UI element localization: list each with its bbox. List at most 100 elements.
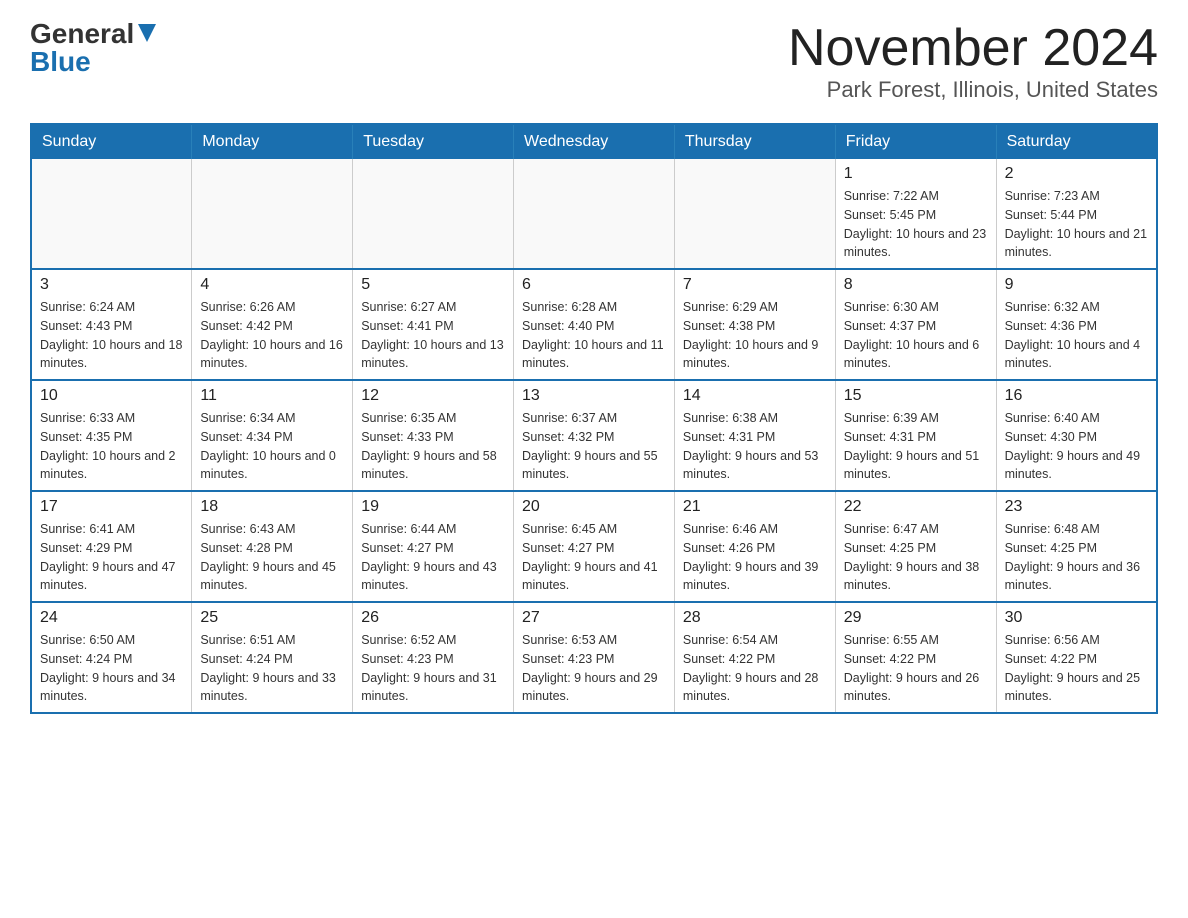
calendar-week-4: 17 Sunrise: 6:41 AM Sunset: 4:29 PM Dayli…	[31, 491, 1157, 602]
day-number: 14	[683, 387, 827, 405]
day-number: 28	[683, 609, 827, 627]
calendar-cell: 27 Sunrise: 6:53 AM Sunset: 4:23 PM Dayli…	[514, 602, 675, 713]
day-number: 12	[361, 387, 505, 405]
day-info: Sunrise: 6:27 AM Sunset: 4:41 PM Dayligh…	[361, 298, 505, 373]
day-number: 25	[200, 609, 344, 627]
calendar-cell: 12 Sunrise: 6:35 AM Sunset: 4:33 PM Dayli…	[353, 380, 514, 491]
day-info: Sunrise: 6:46 AM Sunset: 4:26 PM Dayligh…	[683, 520, 827, 595]
day-info: Sunrise: 6:29 AM Sunset: 4:38 PM Dayligh…	[683, 298, 827, 373]
calendar-cell	[514, 159, 675, 269]
calendar-week-3: 10Sunrise: 6:33 AM Sunset: 4:35 PM Dayli…	[31, 380, 1157, 491]
day-number: 7	[683, 276, 827, 294]
day-number: 2	[1005, 165, 1148, 183]
day-number: 13	[522, 387, 666, 405]
day-number: 29	[844, 609, 988, 627]
calendar-cell	[31, 159, 192, 269]
day-info: Sunrise: 6:47 AM Sunset: 4:25 PM Dayligh…	[844, 520, 988, 595]
calendar-cell: 25 Sunrise: 6:51 AM Sunset: 4:24 PM Dayli…	[192, 602, 353, 713]
day-number: 17	[40, 498, 183, 516]
location-title: Park Forest, Illinois, United States	[788, 77, 1158, 103]
calendar-cell: 15 Sunrise: 6:39 AM Sunset: 4:31 PM Dayli…	[835, 380, 996, 491]
calendar-cell: 20 Sunrise: 6:45 AM Sunset: 4:27 PM Dayli…	[514, 491, 675, 602]
calendar-cell: 24 Sunrise: 6:50 AM Sunset: 4:24 PM Dayli…	[31, 602, 192, 713]
calendar-header-row: SundayMondayTuesdayWednesdayThursdayFrid…	[31, 124, 1157, 159]
calendar-cell: 28 Sunrise: 6:54 AM Sunset: 4:22 PM Dayli…	[674, 602, 835, 713]
day-info: Sunrise: 6:35 AM Sunset: 4:33 PM Dayligh…	[361, 409, 505, 484]
day-number: 1	[844, 165, 988, 183]
day-number: 9	[1005, 276, 1148, 294]
calendar-cell	[674, 159, 835, 269]
day-number: 5	[361, 276, 505, 294]
calendar-cell: 2 Sunrise: 7:23 AM Sunset: 5:44 PM Daylig…	[996, 159, 1157, 269]
calendar-cell: 4 Sunrise: 6:26 AM Sunset: 4:42 PM Daylig…	[192, 269, 353, 380]
calendar-cell	[192, 159, 353, 269]
title-section: November 2024 Park Forest, Illinois, Uni…	[788, 20, 1158, 103]
day-info: Sunrise: 7:23 AM Sunset: 5:44 PM Dayligh…	[1005, 187, 1148, 262]
calendar-cell: 23 Sunrise: 6:48 AM Sunset: 4:25 PM Dayli…	[996, 491, 1157, 602]
calendar-cell: 18Sunrise: 6:43 AM Sunset: 4:28 PM Dayli…	[192, 491, 353, 602]
day-info: Sunrise: 6:30 AM Sunset: 4:37 PM Dayligh…	[844, 298, 988, 373]
calendar-cell: 10Sunrise: 6:33 AM Sunset: 4:35 PM Dayli…	[31, 380, 192, 491]
calendar-cell: 9 Sunrise: 6:32 AM Sunset: 4:36 PM Daylig…	[996, 269, 1157, 380]
day-info: Sunrise: 6:51 AM Sunset: 4:24 PM Dayligh…	[200, 631, 344, 706]
calendar-cell: 8Sunrise: 6:30 AM Sunset: 4:37 PM Daylig…	[835, 269, 996, 380]
calendar-cell: 29Sunrise: 6:55 AM Sunset: 4:22 PM Dayli…	[835, 602, 996, 713]
day-number: 23	[1005, 498, 1148, 516]
day-info: Sunrise: 6:48 AM Sunset: 4:25 PM Dayligh…	[1005, 520, 1148, 595]
day-number: 16	[1005, 387, 1148, 405]
calendar-header-monday: Monday	[192, 124, 353, 159]
calendar-week-2: 3 Sunrise: 6:24 AM Sunset: 4:43 PM Daylig…	[31, 269, 1157, 380]
calendar-cell: 5 Sunrise: 6:27 AM Sunset: 4:41 PM Daylig…	[353, 269, 514, 380]
day-info: Sunrise: 6:40 AM Sunset: 4:30 PM Dayligh…	[1005, 409, 1148, 484]
day-info: Sunrise: 6:44 AM Sunset: 4:27 PM Dayligh…	[361, 520, 505, 595]
calendar-cell	[353, 159, 514, 269]
calendar-cell: 21Sunrise: 6:46 AM Sunset: 4:26 PM Dayli…	[674, 491, 835, 602]
calendar-cell: 13 Sunrise: 6:37 AM Sunset: 4:32 PM Dayli…	[514, 380, 675, 491]
calendar-cell: 1 Sunrise: 7:22 AM Sunset: 5:45 PM Daylig…	[835, 159, 996, 269]
calendar-cell: 19Sunrise: 6:44 AM Sunset: 4:27 PM Dayli…	[353, 491, 514, 602]
day-number: 3	[40, 276, 183, 294]
calendar-cell: 22Sunrise: 6:47 AM Sunset: 4:25 PM Dayli…	[835, 491, 996, 602]
day-info: Sunrise: 6:39 AM Sunset: 4:31 PM Dayligh…	[844, 409, 988, 484]
calendar-week-1: 1 Sunrise: 7:22 AM Sunset: 5:45 PM Daylig…	[31, 159, 1157, 269]
calendar-header-tuesday: Tuesday	[353, 124, 514, 159]
month-title: November 2024	[788, 20, 1158, 77]
day-number: 24	[40, 609, 183, 627]
day-info: Sunrise: 6:54 AM Sunset: 4:22 PM Dayligh…	[683, 631, 827, 706]
calendar-header-sunday: Sunday	[31, 124, 192, 159]
day-info: Sunrise: 6:52 AM Sunset: 4:23 PM Dayligh…	[361, 631, 505, 706]
day-number: 6	[522, 276, 666, 294]
day-number: 26	[361, 609, 505, 627]
calendar-table: SundayMondayTuesdayWednesdayThursdayFrid…	[30, 123, 1158, 714]
day-number: 4	[200, 276, 344, 294]
calendar-cell: 6 Sunrise: 6:28 AM Sunset: 4:40 PM Daylig…	[514, 269, 675, 380]
calendar-header-friday: Friday	[835, 124, 996, 159]
day-info: Sunrise: 6:26 AM Sunset: 4:42 PM Dayligh…	[200, 298, 344, 373]
day-info: Sunrise: 6:38 AM Sunset: 4:31 PM Dayligh…	[683, 409, 827, 484]
day-number: 18	[200, 498, 344, 516]
calendar-cell: 26 Sunrise: 6:52 AM Sunset: 4:23 PM Dayli…	[353, 602, 514, 713]
day-number: 27	[522, 609, 666, 627]
calendar-cell: 30Sunrise: 6:56 AM Sunset: 4:22 PM Dayli…	[996, 602, 1157, 713]
calendar-cell: 14 Sunrise: 6:38 AM Sunset: 4:31 PM Dayli…	[674, 380, 835, 491]
day-number: 15	[844, 387, 988, 405]
day-info: Sunrise: 7:22 AM Sunset: 5:45 PM Dayligh…	[844, 187, 988, 262]
day-number: 20	[522, 498, 666, 516]
logo-general-text: General	[30, 20, 134, 48]
calendar-cell: 16 Sunrise: 6:40 AM Sunset: 4:30 PM Dayli…	[996, 380, 1157, 491]
day-info: Sunrise: 6:45 AM Sunset: 4:27 PM Dayligh…	[522, 520, 666, 595]
logo-triangle-icon	[138, 24, 156, 42]
day-info: Sunrise: 6:53 AM Sunset: 4:23 PM Dayligh…	[522, 631, 666, 706]
day-info: Sunrise: 6:34 AM Sunset: 4:34 PM Dayligh…	[200, 409, 344, 484]
day-info: Sunrise: 6:28 AM Sunset: 4:40 PM Dayligh…	[522, 298, 666, 373]
day-info: Sunrise: 6:41 AM Sunset: 4:29 PM Dayligh…	[40, 520, 183, 595]
day-info: Sunrise: 6:32 AM Sunset: 4:36 PM Dayligh…	[1005, 298, 1148, 373]
day-info: Sunrise: 6:24 AM Sunset: 4:43 PM Dayligh…	[40, 298, 183, 373]
calendar-cell: 11Sunrise: 6:34 AM Sunset: 4:34 PM Dayli…	[192, 380, 353, 491]
page-header: General Blue November 2024 Park Forest, …	[30, 20, 1158, 103]
calendar-week-5: 24 Sunrise: 6:50 AM Sunset: 4:24 PM Dayli…	[31, 602, 1157, 713]
day-info: Sunrise: 6:37 AM Sunset: 4:32 PM Dayligh…	[522, 409, 666, 484]
day-number: 10	[40, 387, 183, 405]
day-number: 30	[1005, 609, 1148, 627]
day-info: Sunrise: 6:50 AM Sunset: 4:24 PM Dayligh…	[40, 631, 183, 706]
